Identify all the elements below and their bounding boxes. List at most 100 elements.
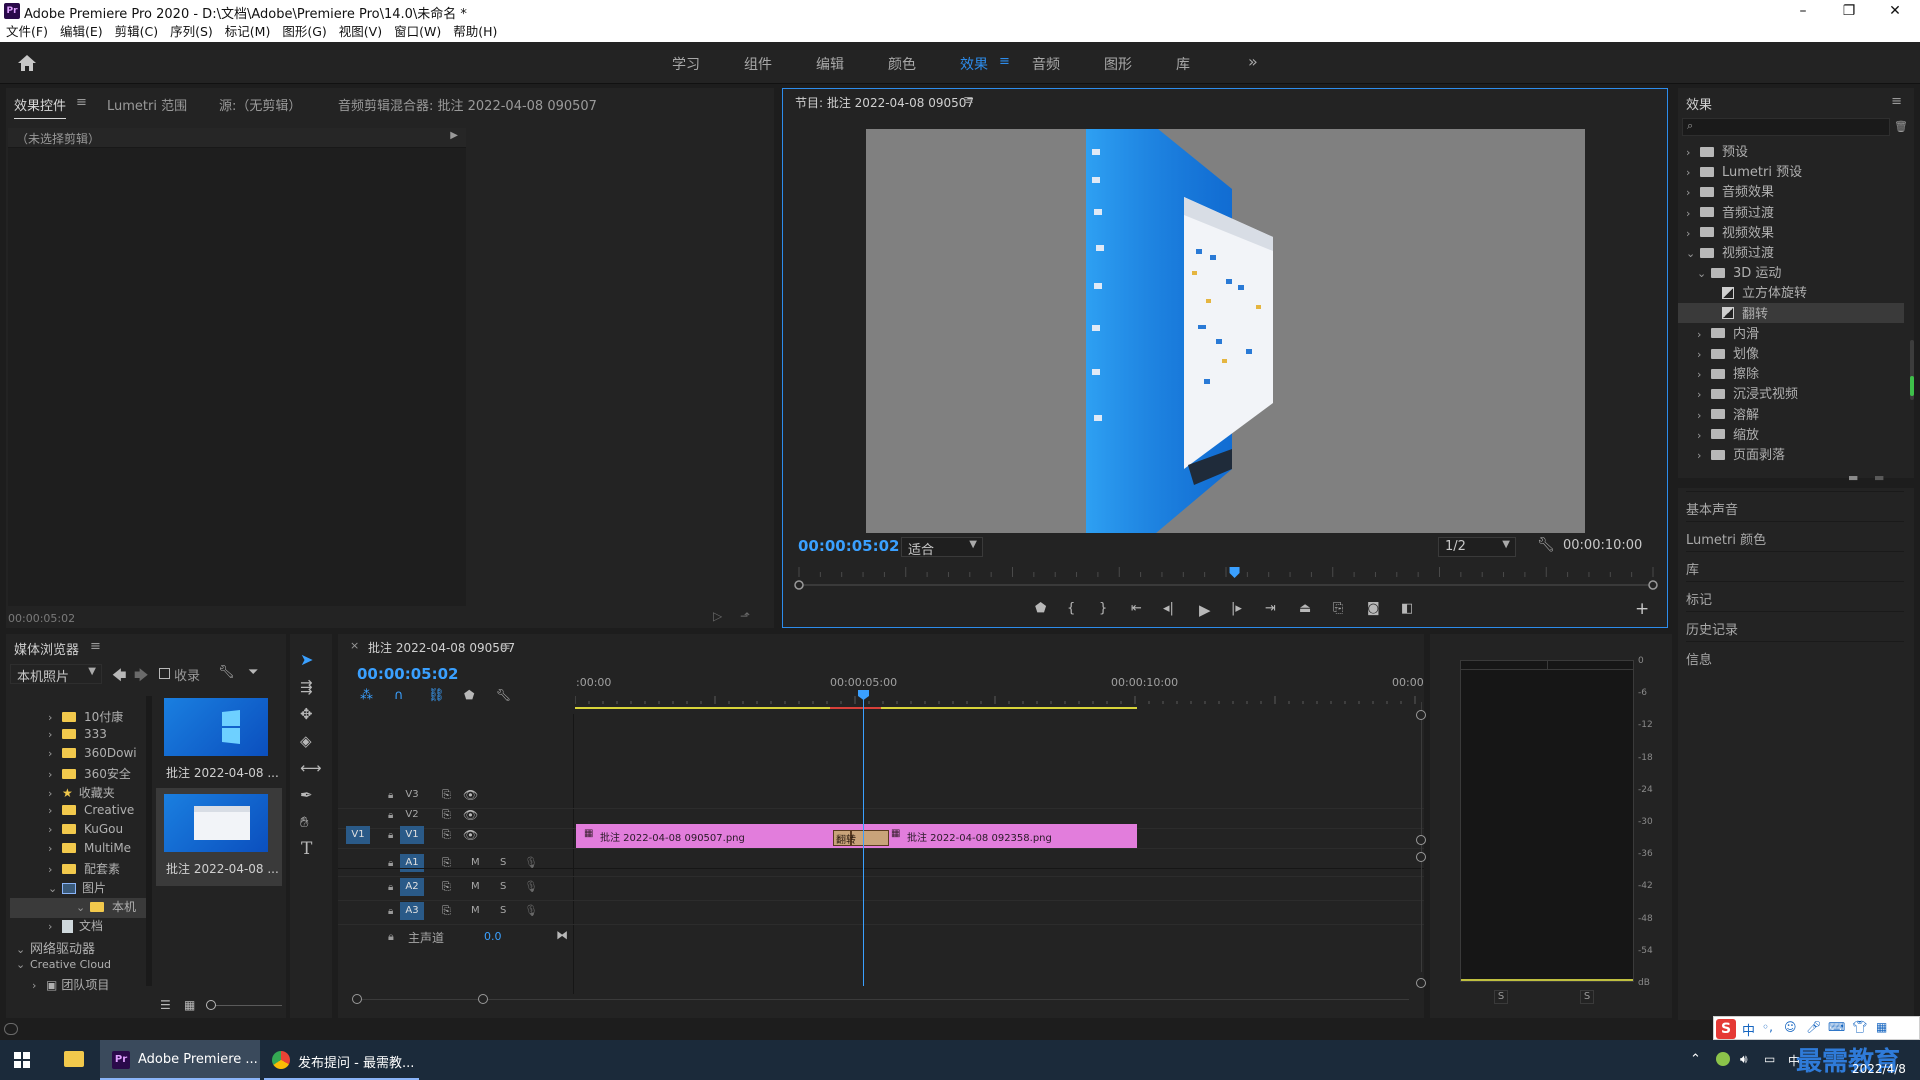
chevron-right-icon[interactable]: › — [48, 747, 62, 760]
close-sequence-icon[interactable]: × — [350, 639, 359, 652]
effects-tree-item[interactable]: › 划像 — [1678, 343, 1904, 363]
chevron-right-icon[interactable]: › — [48, 787, 62, 800]
lift-icon[interactable]: ⏏ — [1299, 601, 1311, 616]
clip-2[interactable]: 批注 2022-04-08 092358.png — [907, 829, 1052, 844]
maximize-button[interactable]: ❐ — [1826, 0, 1872, 22]
track-lock-icon[interactable]: 🔒︎ — [388, 830, 393, 841]
selection-tool-icon[interactable]: ➤ — [300, 650, 313, 669]
menu-file[interactable]: 文件(F) — [0, 22, 54, 42]
solo-button[interactable]: S — [500, 905, 506, 916]
play-icon[interactable]: ▶ — [1199, 601, 1211, 619]
effects-tree-item[interactable]: › 音频过渡 — [1678, 202, 1904, 222]
section-essential-sound[interactable]: 基本声音 — [1686, 491, 1904, 521]
menu-help[interactable]: 帮助(H) — [447, 22, 503, 42]
chevron-right-icon[interactable]: › — [1686, 166, 1700, 179]
workspace-tab-graphics[interactable]: 图形 — [1104, 54, 1132, 74]
effects-tree-item[interactable]: ⌄ 3D 运动 — [1678, 262, 1904, 282]
step-forward-icon[interactable]: |▸ — [1231, 601, 1242, 616]
workspace-tab-learn[interactable]: 学习 — [672, 54, 700, 74]
track-visibility-eye-icon[interactable]: 👁︎ — [463, 808, 478, 822]
icon-view-icon[interactable]: ▦ — [184, 998, 195, 1012]
sync-lock-icon[interactable]: ⎘ — [442, 880, 451, 894]
effects-tree-item[interactable]: › 擦除 — [1678, 363, 1904, 383]
master-go-to-icon[interactable]: ⧓ — [556, 928, 568, 942]
go-to-out-icon[interactable]: ⇥ — [1265, 601, 1276, 616]
media-tree-item[interactable]: › ★ 收藏夹 — [10, 784, 150, 804]
voice-over-mic-icon[interactable]: 🎙︎ — [524, 880, 538, 893]
source-patch-v1[interactable]: V1 — [346, 826, 370, 844]
menu-markers[interactable]: 标记(M) — [219, 22, 277, 42]
hand-tool-icon[interactable]: ✋︎ — [300, 813, 309, 831]
vertical-zoom-handle-mid[interactable] — [1416, 835, 1426, 845]
tray-app-icon[interactable] — [1716, 1052, 1730, 1066]
track-label-v2[interactable]: V2 — [400, 806, 424, 824]
effects-tree-item[interactable]: ⌄ 视频过渡 — [1678, 242, 1904, 262]
ime-mode-chinese[interactable]: 中 — [1742, 1020, 1755, 1039]
ingest-settings-wrench-icon[interactable]: 🔧︎ — [218, 665, 235, 680]
media-tree-team-projects[interactable]: › ▣ 团队项目 — [10, 976, 109, 994]
windows-start-icon[interactable] — [14, 1052, 30, 1068]
track-label-v3[interactable]: V3 — [400, 786, 424, 804]
workspace-tab-effects[interactable]: 效果 — [960, 54, 988, 74]
workspace-tab-editing[interactable]: 编辑 — [816, 54, 844, 74]
nest-toggle-icon[interactable]: ⁂ — [360, 688, 373, 703]
master-lock-icon[interactable]: 🔒︎ — [388, 930, 394, 944]
chevron-right-icon[interactable]: › — [1697, 409, 1711, 422]
workspace-tab-color[interactable]: 颜色 — [888, 54, 916, 74]
media-tree-item[interactable]: › KuGou — [10, 822, 150, 842]
program-menu-icon[interactable]: ≡ — [963, 93, 974, 108]
minimize-button[interactable]: – — [1780, 0, 1826, 22]
sequence-menu-icon[interactable]: ≡ — [500, 639, 511, 654]
vertical-zoom-handle-bottom[interactable] — [1416, 978, 1426, 988]
type-tool-icon[interactable]: T — [301, 839, 312, 859]
vertical-zoom-handle-top[interactable] — [1416, 710, 1426, 720]
file-explorer-icon[interactable] — [64, 1051, 84, 1067]
solo-button[interactable]: S — [500, 857, 506, 868]
effects-tree-item[interactable]: 翻转 — [1678, 302, 1904, 323]
clip-1[interactable]: 批注 2022-04-08 090507.png — [600, 829, 745, 844]
back-arrow-icon[interactable]: 🡄︎ — [112, 665, 126, 689]
zoom-slider[interactable] — [206, 1005, 282, 1006]
expand-arrow-icon[interactable]: ▶ — [450, 130, 458, 141]
track-lock-icon[interactable]: 🔒︎ — [388, 790, 393, 801]
forward-arrow-icon[interactable]: 🡆︎ — [134, 665, 148, 689]
media-tree-item[interactable]: › 360安全 — [10, 765, 150, 785]
effects-tree-item[interactable]: › 视频效果 — [1678, 222, 1904, 242]
chevron-down-icon[interactable]: ⌄ — [1697, 267, 1711, 280]
effects-panel-menu-icon[interactable]: ≡ — [1891, 94, 1902, 109]
sync-lock-icon[interactable]: ⎘ — [442, 904, 451, 918]
step-back-icon[interactable]: ◂| — [1163, 601, 1174, 616]
add-marker-icon[interactable]: ⬟ — [464, 688, 474, 702]
ime-toolbox-icon[interactable]: ▦ — [1876, 1020, 1887, 1034]
media-tree-creative-cloud[interactable]: ⌄ Creative Cloud — [10, 958, 111, 978]
mute-button[interactable]: M — [471, 857, 480, 868]
fit-dropdown[interactable]: 适合 ▼ — [901, 537, 983, 558]
settings-wrench-icon[interactable]: 🔧︎ — [1537, 537, 1555, 553]
chevron-down-icon[interactable]: ⌄ — [76, 901, 90, 914]
go-to-in-icon[interactable]: ⇤ — [1131, 601, 1142, 616]
chevron-right-icon[interactable]: › — [1686, 207, 1700, 220]
razor-tool-icon[interactable]: ◈ — [300, 732, 312, 750]
filter-icon[interactable]: ▷ — [713, 609, 722, 623]
menu-graphics[interactable]: 图形(G) — [276, 22, 332, 42]
sogou-ime-icon[interactable]: S — [1716, 1019, 1736, 1039]
track-label-a3[interactable]: A3 — [400, 902, 424, 920]
track-label-v1[interactable]: V1 — [400, 826, 424, 844]
effects-scrollbar[interactable] — [1910, 340, 1914, 400]
track-lock-icon[interactable]: 🔒︎ — [388, 810, 393, 821]
slip-tool-icon[interactable]: ⟷ — [300, 759, 322, 777]
add-button-icon[interactable]: + — [1635, 599, 1649, 619]
tab-audio-clip-mixer[interactable]: 音频剪辑混合器: 批注 2022-04-08 090507 — [338, 95, 597, 114]
mute-button[interactable]: M — [471, 905, 480, 916]
timeline-timecode[interactable]: 00:00:05:02 — [357, 665, 459, 683]
export-frame-camera-icon[interactable]: ◙ — [1367, 601, 1380, 616]
sync-lock-icon[interactable]: ⎘ — [442, 828, 451, 842]
track-lock-icon[interactable]: 🔒︎ — [388, 906, 393, 917]
menu-sequence[interactable]: 序列(S) — [164, 22, 219, 42]
media-tree-item[interactable]: › 文档 — [10, 917, 150, 937]
chevron-right-icon[interactable]: › — [48, 823, 62, 836]
timeline-ruler[interactable] — [575, 688, 1421, 710]
track-lock-icon[interactable]: 🔒︎ — [388, 882, 393, 893]
tab-effect-controls-menu-icon[interactable]: ≡ — [76, 95, 87, 110]
section-info[interactable]: 信息 — [1686, 641, 1904, 671]
